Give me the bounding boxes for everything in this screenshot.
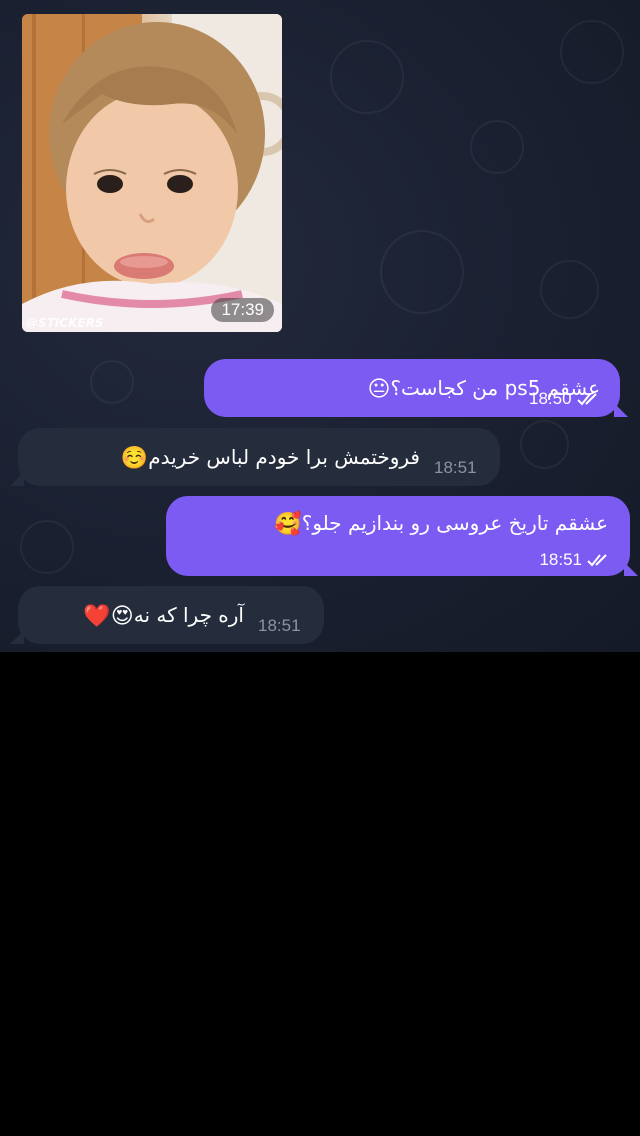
message-time: 17:39	[211, 298, 274, 322]
incoming-message[interactable]: فروختمش برا خودم لباس خریدم☺️ 18:51	[10, 428, 500, 486]
message-time: 18:51	[539, 550, 582, 569]
message-text: آره چرا که نه😍❤️	[83, 601, 244, 631]
outgoing-message[interactable]: عشقم تاریخ عروسی رو بندازیم جلو؟🥰 18:51	[166, 496, 638, 576]
background-doodle	[540, 260, 599, 319]
bubble-tail	[10, 472, 24, 486]
message-meta: 18:51	[434, 458, 477, 478]
background-doodle	[90, 360, 134, 404]
double-check-icon	[576, 391, 602, 407]
bubble-tail	[10, 630, 24, 644]
background-doodle	[470, 120, 524, 174]
outgoing-message[interactable]: عشقم ps5 من کجاست؟😐 18:50	[204, 359, 628, 417]
message-text: فروختمش برا خودم لباس خریدم☺️	[121, 443, 420, 473]
smiling-face-icon: ☺️	[120, 445, 149, 471]
message-text: عشقم تاریخ عروسی رو بندازیم جلو؟🥰	[274, 509, 608, 539]
message-time: 18:51	[434, 458, 477, 477]
bubble-tail	[614, 403, 628, 417]
message-meta: 18:50	[529, 389, 602, 409]
incoming-message[interactable]: آره چرا که نه😍❤️ 18:51	[10, 586, 324, 644]
background-doodle	[560, 20, 624, 84]
background-doodle	[20, 520, 74, 574]
message-time: 18:50	[529, 389, 572, 408]
sticker-message[interactable]: @STICKERS 17:39	[22, 14, 282, 332]
heart-eyes-and-red-heart-icon: 😍❤️	[83, 603, 134, 629]
message-meta: 18:51	[258, 616, 301, 636]
screen: @STICKERS 17:39 عشقم ps5 من کجاست؟😐 18:5…	[0, 0, 640, 1136]
background-doodle	[330, 40, 404, 114]
background-doodle	[380, 230, 464, 314]
message-text-content: آره چرا که نه	[133, 603, 244, 627]
neutral-face-icon: 😐	[367, 376, 391, 402]
black-empty-area	[0, 652, 640, 1136]
double-check-icon	[586, 552, 612, 568]
crying-baby-sticker-icon	[22, 14, 282, 332]
message-text-content: عشقم تاریخ عروسی رو بندازیم جلو؟	[301, 511, 608, 535]
message-meta: 18:51	[539, 550, 612, 570]
smiling-face-with-hearts-icon: 🥰	[274, 511, 302, 537]
chat-area[interactable]: @STICKERS 17:39 عشقم ps5 من کجاست؟😐 18:5…	[0, 0, 640, 652]
background-doodle	[520, 420, 569, 469]
message-text-content: فروختمش برا خودم لباس خریدم	[148, 445, 420, 469]
sticker-watermark: @STICKERS	[26, 316, 104, 330]
message-time: 18:51	[258, 616, 301, 635]
bubble-tail	[624, 562, 638, 576]
